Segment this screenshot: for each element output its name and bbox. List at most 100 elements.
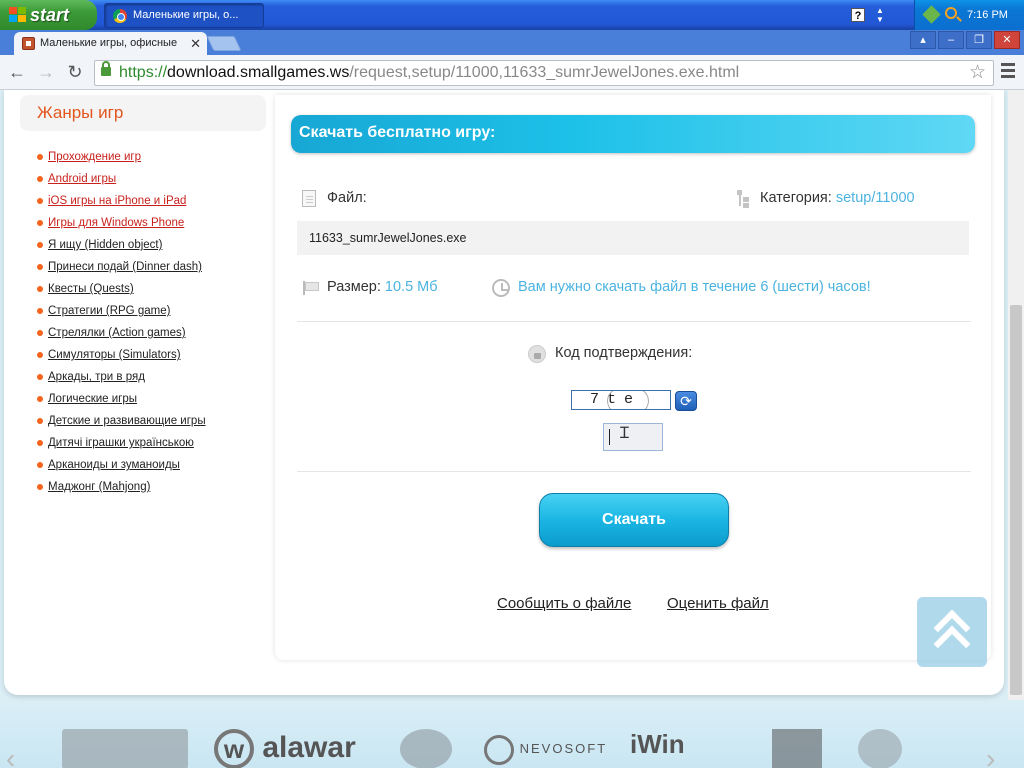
download-button[interactable]: Скачать [539, 493, 729, 547]
partner-logo-nevosoft[interactable]: NEVOSOFT [484, 729, 607, 768]
list-item: Стратегии (RPG game) [20, 303, 266, 325]
genre-link[interactable]: Детские и развивающие игры [48, 415, 206, 427]
sidebar: Жанры игр Прохождение игр Android игры iOS… [20, 95, 266, 501]
url-scheme: https:// [119, 64, 168, 81]
profile-button[interactable]: ▴ [910, 31, 936, 49]
size-icon [303, 281, 319, 295]
clock: 7:16 PM [967, 9, 1008, 21]
list-item: Я ищу (Hidden object) [20, 237, 266, 259]
genre-link[interactable]: Стратегии (RPG game) [48, 305, 170, 317]
window-controls: ▴ ‒ ❐ ✕ [910, 31, 1020, 49]
page-scrollbar[interactable] [1008, 90, 1024, 700]
browser-tab[interactable]: Маленькие игры, офисные ✕ [14, 32, 207, 55]
genre-link[interactable]: Стрелялки (Action games) [48, 327, 186, 339]
partner-logo-bigfish-icon[interactable] [62, 729, 188, 768]
chrome-icon [113, 9, 127, 23]
list-item: Детские и развивающие игры [20, 413, 266, 435]
tab-title: Маленькие игры, офисные [40, 37, 178, 49]
list-item: iOS игры на iPhone и iPad [20, 193, 266, 215]
taskbar-item-label: Маленькие игры, о... [133, 9, 239, 21]
list-item: Дитячі іграшки українською [20, 435, 266, 457]
clock-icon [492, 279, 510, 297]
bookmark-star-icon[interactable]: ☆ [969, 61, 986, 85]
partner-logo-iwin[interactable]: iWin [630, 729, 685, 768]
category-row: Категория: setup/11000 [760, 190, 915, 206]
genre-list: Прохождение игр Android игры iOS игры на i… [20, 149, 266, 501]
scrollbar-thumb[interactable] [1010, 305, 1022, 695]
lock-icon [101, 61, 111, 76]
url-host: download.smallgames.ws [167, 64, 350, 81]
system-tray: 7:16 PM [914, 0, 1024, 30]
rate-file-link[interactable]: Оценить файл [667, 595, 769, 612]
network-icon[interactable] [922, 5, 941, 24]
close-window-button[interactable]: ✕ [994, 31, 1020, 49]
new-tab-button[interactable] [206, 36, 242, 51]
captcha-refresh-icon[interactable]: ⟳ [675, 391, 697, 411]
chevron-left-icon[interactable]: ‹ [6, 743, 15, 768]
taskbar: start Маленькие игры, о... ? ▲ ▼ 7:16 PM [0, 0, 1024, 30]
file-icon [302, 190, 316, 207]
report-file-link[interactable]: Сообщить о файле [497, 595, 631, 612]
forward-arrow-icon[interactable]: → [35, 62, 57, 82]
list-item: Android игры [20, 171, 266, 193]
genre-link[interactable]: Квесты (Quests) [48, 283, 134, 295]
list-item: Игры для Windows Phone [20, 215, 266, 237]
iwin-name: iWin [630, 729, 685, 759]
genre-link[interactable]: Принеси подай (Dinner dash) [48, 261, 202, 273]
genre-link[interactable]: iOS игры на iPhone и iPad [48, 195, 186, 207]
web-page: Жанры игр Прохождение игр Android игры iOS… [0, 90, 1024, 768]
size-label: Размер: [327, 279, 381, 295]
file-name: 11633_sumrJewelJones.exe [297, 221, 969, 255]
tab-close-icon[interactable]: ✕ [190, 32, 201, 55]
back-arrow-icon[interactable]: ← [6, 62, 28, 82]
genre-link[interactable]: Android игры [48, 173, 116, 185]
list-item: Принеси подай (Dinner dash) [20, 259, 266, 281]
restore-button[interactable]: ❐ [966, 31, 992, 49]
partner-logo-pirate-icon[interactable] [858, 729, 902, 768]
genre-link[interactable]: Дитячі іграшки українською [48, 437, 194, 449]
list-item: Квесты (Quests) [20, 281, 266, 303]
size-row: Размер: 10.5 Мб [327, 279, 438, 295]
menu-icon[interactable] [1001, 63, 1015, 81]
confirmation-code-input[interactable] [603, 423, 663, 451]
genre-link[interactable]: Арканоиды и зуманоиды [48, 459, 180, 471]
reload-icon[interactable]: ↻ [64, 62, 86, 82]
genre-link[interactable]: Игры для Windows Phone [48, 217, 184, 229]
partner-logo-bigfish-fish-icon[interactable] [400, 729, 452, 768]
list-item: Прохождение игр [20, 149, 266, 171]
alawar-name: alawar [262, 730, 356, 764]
genre-link[interactable]: Логические игры [48, 393, 137, 405]
download-panel: Скачать бесплатно игру: Файл: Категория:… [275, 95, 991, 660]
code-label: Код подтверждения: [555, 345, 693, 361]
favicon-icon [22, 37, 35, 50]
genre-link[interactable]: Симуляторы (Simulators) [48, 349, 181, 361]
alawar-w-icon: w [214, 729, 254, 768]
help-icon[interactable]: ? [851, 8, 865, 22]
genre-link[interactable]: Я ищу (Hidden object) [48, 239, 162, 251]
category-label: Категория: [760, 190, 832, 206]
genre-link[interactable]: Аркады, три в ряд [48, 371, 145, 383]
start-label: start [30, 5, 70, 25]
scroll-to-top-button[interactable] [917, 597, 987, 667]
partner-logo-box-icon[interactable] [772, 729, 822, 768]
partner-logo-alawar[interactable]: w alawar [214, 729, 356, 768]
search-tray-icon[interactable] [945, 7, 957, 19]
category-link[interactable]: setup/11000 [836, 190, 915, 206]
chevron-right-icon[interactable]: › [986, 743, 995, 768]
time-notice: Вам нужно скачать файл в течение 6 (шест… [518, 279, 871, 295]
genre-link[interactable]: Прохождение игр [48, 151, 141, 163]
download-header: Скачать бесплатно игру: [291, 115, 975, 153]
file-label: Файл: [327, 190, 367, 206]
divider [297, 471, 971, 472]
list-item: Аркады, три в ряд [20, 369, 266, 391]
start-button[interactable]: start [0, 0, 97, 30]
minimize-button[interactable]: ‒ [938, 31, 964, 49]
size-value: 10.5 Мб [384, 279, 438, 295]
windows-logo-icon [9, 7, 27, 23]
browser-toolbar: ← → ↻ https://download.smallgames.ws/req… [0, 55, 1024, 90]
taskbar-item-browser[interactable]: Маленькие игры, о... [104, 3, 264, 28]
address-bar[interactable]: https://download.smallgames.ws/request,s… [94, 60, 994, 86]
genre-link[interactable]: Маджонг (Mahjong) [48, 481, 150, 493]
captcha-image: 7te [571, 390, 671, 410]
taskbar-scroll-icon[interactable]: ▲ ▼ [876, 6, 884, 24]
